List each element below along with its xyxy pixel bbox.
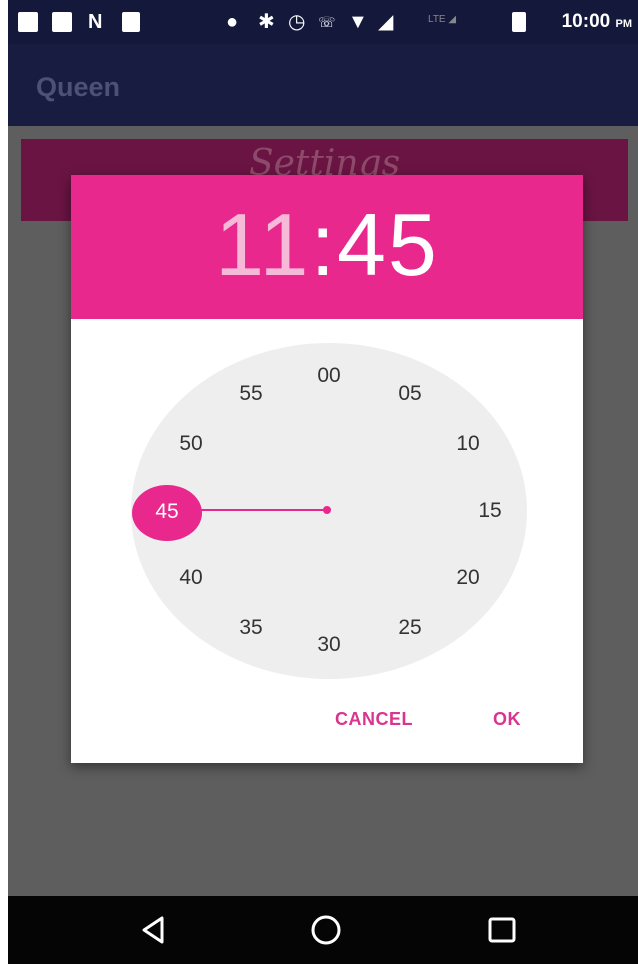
lte-signal-icon: LTE ◢ [428, 14, 457, 25]
back-button[interactable] [114, 896, 194, 964]
minute-label-40[interactable]: 40 [167, 566, 215, 590]
battery-icon [512, 12, 526, 32]
minute-label-25[interactable]: 25 [386, 616, 434, 640]
app-bar: Queen [8, 44, 638, 126]
ok-button[interactable]: OK [493, 709, 521, 730]
phone-icon [122, 12, 140, 32]
n-icon: N [88, 11, 103, 33]
back-icon [142, 916, 164, 944]
status-time: 10:00 PM [561, 11, 632, 32]
selected-minute-label: 45 [155, 500, 179, 523]
call-4g-icon: ☏ [318, 14, 336, 30]
minute-display[interactable]: 45 [337, 195, 439, 294]
cancel-button[interactable]: CANCEL [335, 709, 413, 730]
clock-center-dot [323, 506, 331, 514]
recents-button[interactable] [462, 896, 542, 964]
minute-label-35[interactable]: 35 [227, 616, 275, 640]
minute-label-30[interactable]: 30 [305, 633, 353, 657]
bluetooth-icon: ✱ [258, 11, 275, 33]
time-display: 11:45 [71, 195, 583, 295]
minute-label-20[interactable]: 20 [444, 566, 492, 590]
status-bar: N ● ✱ ◷ ☏ ▼ ◢ LTE ◢ 10:00 PM [8, 0, 638, 44]
time-picker-header: 11:45 [71, 175, 583, 319]
home-button[interactable] [286, 896, 366, 964]
square-icon [52, 12, 72, 32]
navigation-bar [8, 896, 638, 964]
minute-label-15[interactable]: 15 [466, 499, 514, 523]
home-icon [311, 915, 341, 945]
minute-label-55[interactable]: 55 [227, 382, 275, 406]
location-icon: ● [226, 11, 239, 33]
minute-label-50[interactable]: 50 [167, 432, 215, 456]
recents-icon [488, 917, 516, 943]
app-title: Queen [36, 72, 121, 102]
minute-label-10[interactable]: 10 [444, 432, 492, 456]
hour-display[interactable]: 11 [215, 195, 310, 294]
screen: N ● ✱ ◷ ☏ ▼ ◢ LTE ◢ 10:00 PM Queen Setti… [8, 0, 638, 964]
wifi-icon: ▼ [348, 11, 368, 33]
alarm-icon: ◷ [288, 11, 306, 33]
minute-label-05[interactable]: 05 [386, 382, 434, 406]
time-picker-dialog: 11:45 00 05 10 15 20 25 30 35 40 50 55 4… [71, 175, 583, 763]
time-separator: : [310, 195, 337, 294]
image-icon [18, 12, 38, 32]
signal-icon: ◢ [378, 11, 394, 33]
minute-label-00[interactable]: 00 [305, 364, 353, 388]
